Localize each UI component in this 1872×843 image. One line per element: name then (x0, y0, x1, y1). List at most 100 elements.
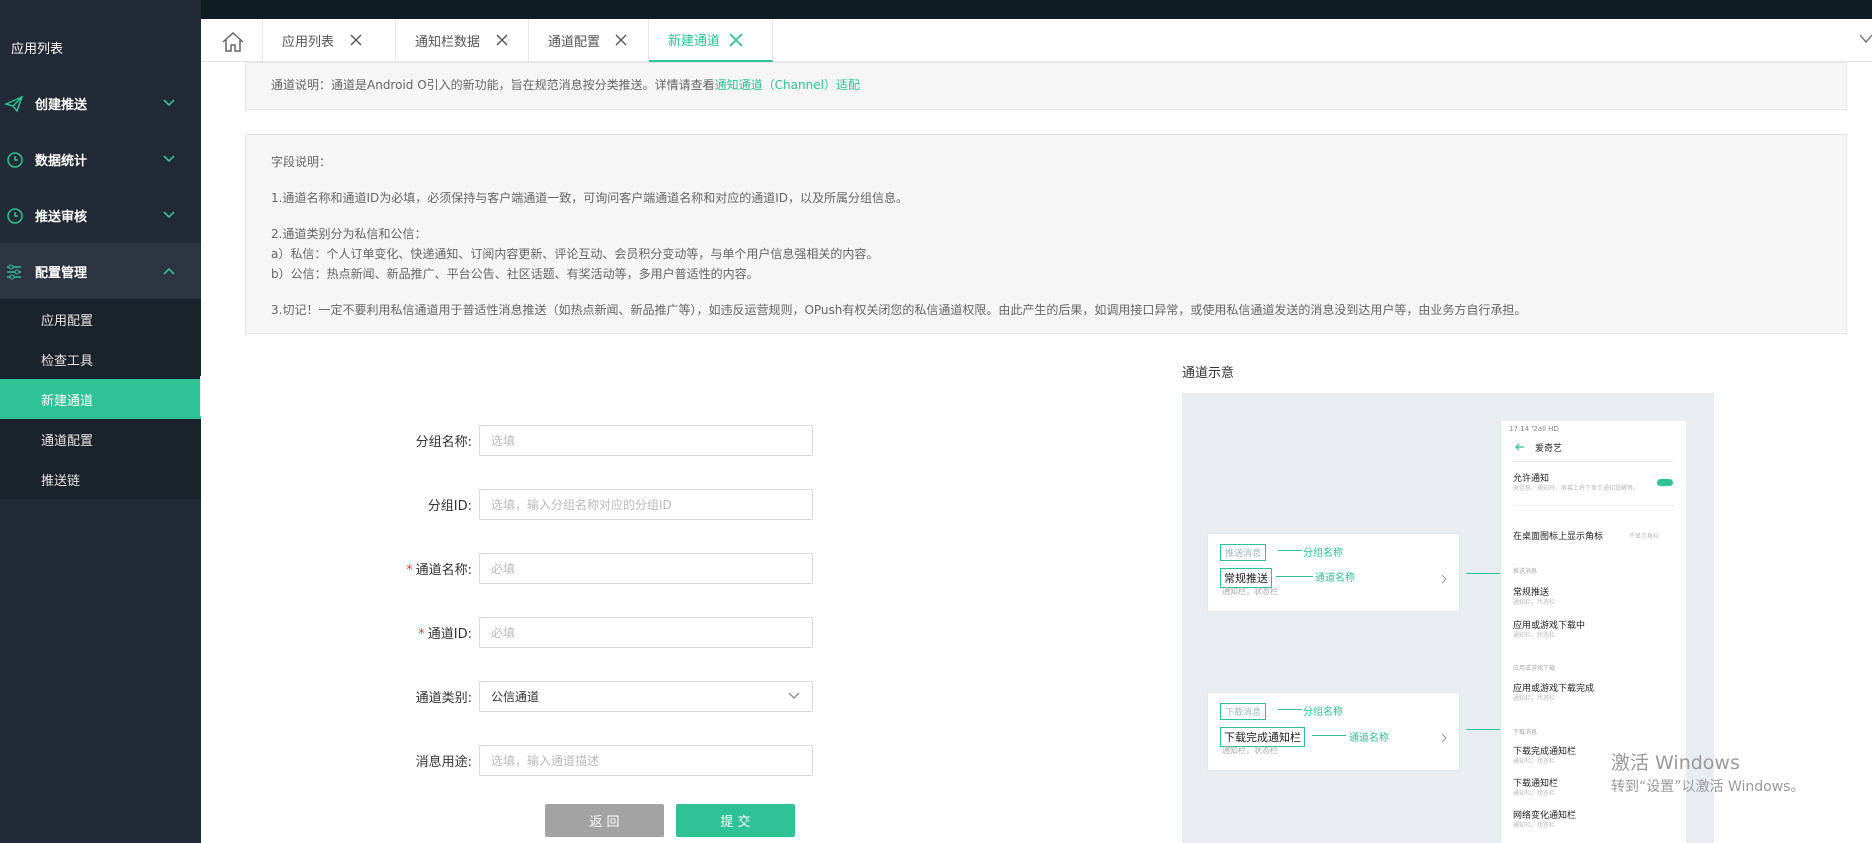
demo-channel-label: 通道名称 (1315, 573, 1355, 584)
field-desc-line2a: 2.通道类别分为私信和公信： (271, 227, 427, 241)
channel-adaptation-link[interactable]: 通知通道（Channel）适配 (715, 78, 860, 92)
field-desc-line1: 1.通道名称和通道ID为必填，必须保持与客户端通道一致，可询问客户端通道名称和对… (271, 191, 909, 205)
field-desc-line3: 3.切记！一定不要利用私信通道用于普适性消息推送（如热点新闻、新品推广等），如违… (271, 303, 1527, 317)
channel-demo-title: 通道示意 (1182, 366, 1235, 381)
group-name-input[interactable]: 选填 (479, 425, 813, 456)
demo-channel-name: 常规推送 (1220, 568, 1272, 588)
sliders-icon (7, 264, 21, 280)
arrow-line (1312, 735, 1346, 736)
channel-type-label: 通道类别: (415, 691, 472, 706)
close-icon[interactable] (729, 33, 743, 47)
submit-button[interactable]: 提 交 (676, 804, 795, 837)
purpose-label: 消息用途: (415, 755, 472, 770)
sidebar-item-check-tool[interactable]: 检查工具 (0, 339, 201, 379)
phone-item-sub: 通知栏，状态栏 (1513, 695, 1556, 702)
phone-section: 推送消息 (1513, 568, 1538, 575)
chevron-right-icon (1441, 574, 1447, 584)
sidebar-group-push-review[interactable]: 推送审核 (0, 187, 201, 243)
phone-section: 应用或游戏下载 (1513, 665, 1556, 672)
back-button[interactable]: 返 回 (545, 804, 664, 837)
demo-tag: 推送消息 (1220, 544, 1267, 561)
sidebar-group-label: 创建推送 (35, 97, 88, 113)
field-description: 字段说明： 1.通道名称和通道ID为必填，必须保持与客户端通道一致，可询问客户端… (245, 134, 1847, 334)
tab-app-list[interactable]: 应用列表 (263, 19, 396, 62)
tab-label: 应用列表 (282, 35, 335, 50)
phone-item-sub: 通知栏，状态栏 (1513, 758, 1556, 765)
required-mark: * (418, 627, 425, 642)
phone-item-sub: 通知栏，状态栏 (1513, 822, 1556, 829)
sidebar-item-channel-config[interactable]: 通道配置 (0, 419, 201, 459)
top-bar (0, 0, 1872, 19)
group-id-label: 分组ID: (427, 499, 472, 514)
phone-item-sub: 通知栏，状态栏 (1513, 790, 1556, 797)
tab-channel-config[interactable]: 通道配置 (529, 19, 649, 62)
sidebar-title[interactable]: 应用列表 (11, 38, 63, 57)
back-arrow-icon (1515, 443, 1524, 451)
channel-notice: 通道说明：通道是Android O引入的新功能，旨在规范消息按分类推送。详情请查… (245, 62, 1847, 110)
sidebar-group-label: 推送审核 (35, 209, 88, 225)
demo-group-label: 分组名称 (1303, 707, 1343, 718)
phone-item-sub: 通知栏，状态栏 (1513, 599, 1556, 606)
channel-id-label: * 通道ID: (418, 627, 472, 642)
arrow-line (1278, 550, 1302, 551)
divider (1513, 505, 1675, 506)
chevron-down-icon[interactable] (1858, 29, 1872, 49)
tab-label: 新建通道 (668, 34, 721, 49)
phone-app-name: 爱奇艺 (1535, 444, 1563, 454)
tab-notification-data[interactable]: 通知栏数据 (396, 19, 529, 62)
send-icon (4, 95, 24, 113)
demo-group-label: 分组名称 (1303, 548, 1343, 559)
phone-status-time: 17:14 '2all HD (1509, 425, 1559, 433)
close-icon[interactable] (496, 34, 508, 46)
phone-badge: 在桌面图标上显示角标 (1513, 532, 1604, 542)
chevron-up-icon (163, 267, 175, 275)
purpose-input[interactable]: 选填，输入通道描述 (479, 745, 813, 776)
phone-badge-value: 不显示角标 (1629, 533, 1660, 540)
sidebar: 应用列表 创建推送 数据统计 推送审核 配置管理 应用配置 检查工具 新建通道 … (0, 0, 201, 843)
arrow-line (1276, 576, 1313, 577)
sidebar-item-app-config[interactable]: 应用配置 (0, 299, 201, 339)
phone-section: 下载消息 (1513, 729, 1538, 736)
sidebar-item-new-channel[interactable]: 新建通道 (0, 379, 201, 419)
demo-tag: 下载消息 (1220, 703, 1267, 720)
field-desc-line2c: b）公信：热点新闻、新品推广、平台公告、社区话题、有奖活动等，多用户普适性的内容… (271, 267, 759, 281)
required-mark: * (406, 563, 413, 578)
field-desc-title: 字段说明： (271, 155, 332, 169)
sidebar-group-create-push[interactable]: 创建推送 (0, 75, 201, 131)
chevron-down-icon (163, 99, 175, 107)
clock-icon (7, 152, 23, 168)
chevron-down-icon (163, 155, 175, 163)
group-name-label: 分组名称: (415, 435, 472, 450)
chevron-down-icon (788, 692, 800, 699)
demo-sub: 通知栏，状态栏 (1222, 587, 1278, 596)
sidebar-group-config-management[interactable]: 配置管理 (0, 243, 201, 299)
demo-channel-name: 下载完成通知栏 (1220, 727, 1305, 747)
close-icon[interactable] (350, 34, 362, 46)
channel-name-input[interactable]: 必填 (479, 553, 813, 584)
phone-item-sub: 通知栏，状态栏 (1513, 632, 1556, 639)
toggle-switch (1657, 479, 1673, 486)
sidebar-group-data-stats[interactable]: 数据统计 (0, 131, 201, 187)
channel-notice-text: 通道说明：通道是Android O引入的新功能，旨在规范消息按分类推送。详情请查… (271, 78, 715, 92)
arrow-line (1278, 709, 1302, 710)
tab-label: 通知栏数据 (415, 35, 481, 50)
tab-new-channel[interactable]: 新建通道 (649, 19, 773, 62)
sidebar-group-label: 数据统计 (35, 153, 88, 169)
demo-channel-label: 通道名称 (1349, 733, 1389, 744)
sidebar-item-push-chain[interactable]: 推送链 (0, 459, 201, 499)
channel-id-input[interactable]: 必填 (479, 617, 813, 648)
channel-type-select[interactable]: 公信通道 (479, 681, 813, 712)
chevron-down-icon (163, 211, 175, 219)
clock-icon (7, 208, 23, 224)
phone-allow-desc: 来信息、通知时，屏幕上将下显示通知提醒等。 (1513, 485, 1640, 492)
tab-bar: 应用列表 通知栏数据 通道配置 新建通道 (201, 19, 1872, 62)
close-icon[interactable] (615, 34, 627, 46)
channel-name-label: * 通道名称: (406, 563, 472, 578)
windows-activation-hint: 转到“设置”以激活 Windows。 (1611, 779, 1805, 795)
group-id-input[interactable]: 选填，输入分组名称对应的分组ID (479, 489, 813, 520)
channel-type-value: 公信通道 (491, 690, 540, 704)
chevron-right-icon (1441, 733, 1447, 743)
divider (1513, 461, 1675, 462)
home-tab[interactable] (201, 19, 263, 62)
windows-activation-title: 激活 Windows (1611, 752, 1740, 774)
